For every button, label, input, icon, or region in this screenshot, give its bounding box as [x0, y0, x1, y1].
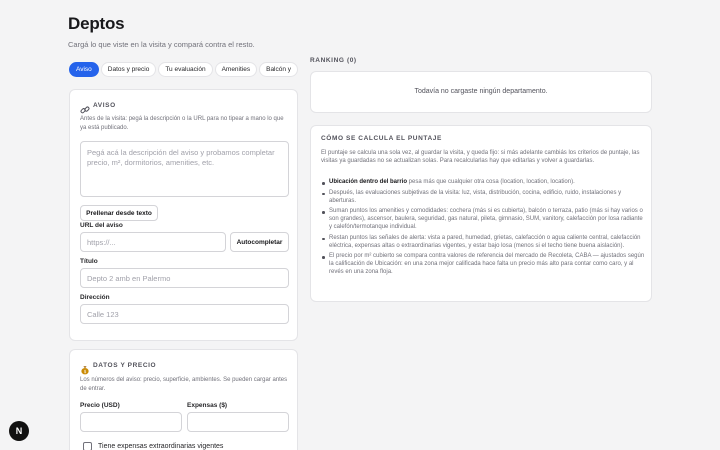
criteria-text: El precio por m² cubierto se compara con… [329, 253, 645, 275]
autocomplete-button[interactable]: Autocompletar [230, 232, 289, 252]
score-explanation-title: CÓMO SE CALCULA EL PUNTAJE [321, 135, 442, 142]
criteria-text: Después, las evaluaciones subjetivas de … [329, 189, 622, 204]
datos-heading: $ DATOS Y PRECIO [80, 359, 157, 375]
ranking-empty-text: Todavía no cargaste ningún departamento. [414, 88, 548, 95]
price-input[interactable] [80, 412, 182, 432]
section-tabs: Aviso Datos y precio Tu evaluación Amenitie… [69, 62, 299, 77]
price-label: Precio (USD) [80, 402, 120, 409]
ranking-card: Todavía no cargaste ningún departamento. [310, 71, 652, 113]
aviso-description-textarea[interactable] [80, 141, 289, 197]
criteria-bold: Ubicación dentro del barrio [329, 179, 408, 185]
criteria-text: Suman puntos los amenities y comodidades… [329, 208, 643, 230]
url-label: URL del aviso [80, 222, 123, 229]
page-title: Deptos [68, 14, 125, 33]
title-input[interactable] [80, 268, 289, 288]
tab-aviso[interactable]: Aviso [69, 62, 99, 77]
ranking-label: RANKING (0) [310, 57, 357, 64]
aviso-heading: AVISO [80, 99, 116, 114]
score-criteria-list: Ubicación dentro del barrio pesa más que… [321, 179, 647, 280]
expenses-input[interactable] [187, 412, 289, 432]
criteria-text: Restan puntos las señales de alerta: vis… [329, 234, 641, 249]
score-explanation-intro: El puntaje se calcula una sola vez, al g… [321, 150, 640, 164]
link-icon [80, 102, 90, 114]
prefill-from-text-button[interactable]: Prellenar desde texto [80, 205, 158, 221]
datos-heading-label: DATOS Y PRECIO [93, 362, 157, 369]
page-subtitle: Cargá lo que viste en la visita y compar… [68, 40, 255, 49]
score-explanation-card: CÓMO SE CALCULA EL PUNTAJE El puntaje se… [310, 125, 652, 302]
score-criteria-item: Restan puntos las señales de alerta: vis… [321, 235, 647, 251]
tab-tu-evaluacion[interactable]: Tu evaluación [158, 62, 213, 77]
criteria-text: pesa más que cualquier otra cosa (locati… [407, 179, 575, 185]
datos-help-text: Los números del aviso: precio, superfici… [80, 377, 288, 392]
aviso-help-text: Antes de la visita: pegá la descripción … [80, 116, 284, 131]
expenses-label: Expensas ($) [187, 402, 228, 409]
address-input[interactable] [80, 304, 289, 324]
score-criteria-item: Suman puntos los amenities y comodidades… [321, 208, 647, 231]
aviso-heading-label: AVISO [93, 102, 116, 109]
extra-expenses-checkbox[interactable] [83, 442, 92, 450]
dev-tools-badge[interactable]: N [9, 421, 29, 441]
page-header: Deptos Cargá lo que viste en la visita y… [68, 14, 255, 49]
title-label: Título [80, 258, 98, 265]
score-criteria-item: Después, las evaluaciones subjetivas de … [321, 190, 647, 206]
tab-datos-y-precio[interactable]: Datos y precio [100, 62, 157, 77]
money-bag-icon: $ [80, 362, 90, 375]
aviso-card: AVISO Antes de la visita: pegá la descri… [69, 89, 298, 341]
tab-amenities[interactable]: Amenities [214, 62, 258, 77]
address-label: Dirección [80, 294, 110, 301]
extra-expenses-label: Tiene expensas extraordinarias vigentes [98, 443, 224, 450]
svg-text:$: $ [84, 369, 87, 375]
tab-balcon[interactable]: Balcón y [259, 62, 299, 77]
datos-card: $ DATOS Y PRECIO Los números del aviso: … [69, 349, 298, 450]
url-input[interactable] [80, 232, 226, 252]
extra-expenses-row: Tiene expensas extraordinarias vigentes [83, 442, 223, 450]
score-criteria-item: Ubicación dentro del barrio pesa más que… [321, 179, 647, 187]
score-criteria-item: El precio por m² cubierto se compara con… [321, 253, 647, 276]
